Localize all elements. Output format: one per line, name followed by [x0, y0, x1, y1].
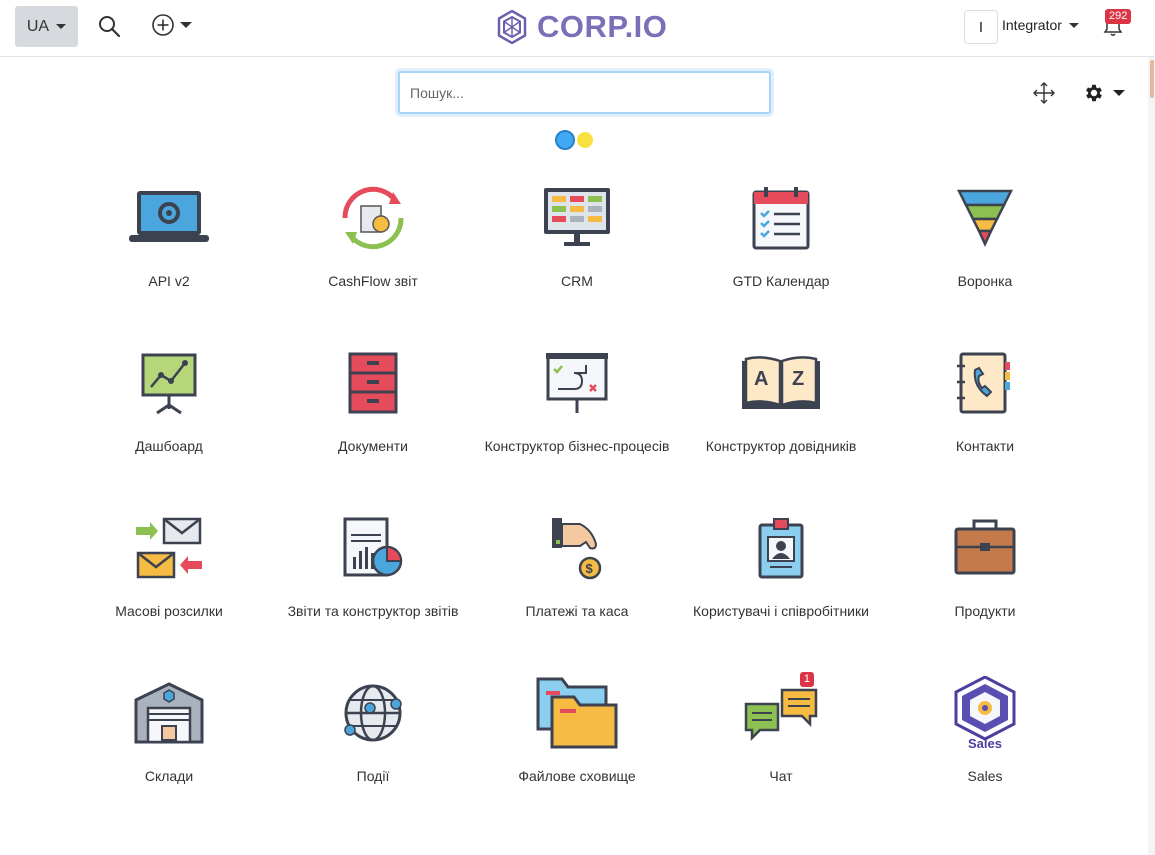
chat-bubbles-icon [744, 688, 818, 742]
app-tile-label: Файлове сховище [518, 768, 636, 784]
scrollbar-track[interactable] [1148, 57, 1155, 855]
user-name: Integrator [1002, 17, 1062, 33]
user-menu-dropdown[interactable]: Integrator [1002, 17, 1079, 33]
app-tile-label: CRM [561, 273, 593, 289]
chevron-down-icon [56, 24, 67, 29]
app-tile-warehouses[interactable]: Склади [67, 678, 271, 787]
app-tile-reports[interactable]: Звіти та конструктор звітів [271, 513, 475, 622]
app-tile-label: Конструктор бізнес-процесів [484, 438, 670, 454]
gear-icon [1086, 84, 1102, 102]
app-tile-sales[interactable]: Sales Sales [883, 676, 1087, 787]
app-tile-label: Воронка [957, 273, 1013, 289]
app-tile-label: Документи [338, 438, 408, 454]
app-tile-label: API v2 [148, 273, 190, 289]
app-tile-cashflow[interactable]: CashFlow звіт [271, 183, 475, 292]
notifications-badge: 292 [1105, 9, 1132, 24]
app-tile-mass-mailing[interactable]: Масові розсилки [67, 513, 271, 622]
app-tile-funnel[interactable]: Воронка [883, 183, 1087, 292]
language-label: UA [26, 17, 50, 35]
app-tile-dashboard[interactable]: Дашбоард [67, 348, 271, 457]
chevron-down-icon [180, 22, 192, 28]
app-tile-label: Sales [967, 768, 1003, 784]
chat-unread-badge: 1 [799, 672, 814, 687]
file-cabinet-icon [348, 352, 398, 414]
crm-monitor-icon [544, 188, 610, 246]
svg-text:A: A [754, 368, 768, 390]
id-badge-icon [758, 518, 804, 579]
plus-circle-icon [152, 14, 174, 36]
app-tile-gtd-calendar[interactable]: GTD Календар [679, 183, 883, 292]
report-chart-icon [343, 517, 403, 577]
svg-text:Z: Z [792, 368, 804, 390]
logo-hexagon-icon [497, 10, 527, 44]
app-tile-api-v2[interactable]: API v2 [67, 183, 271, 292]
app-tile-contacts[interactable]: Контакти [883, 348, 1087, 457]
search-icon[interactable] [97, 14, 121, 38]
scrollbar-thumb[interactable] [1150, 60, 1154, 98]
app-tile-label: Масові розсилки [115, 603, 223, 619]
app-tile-label: Контакти [955, 438, 1015, 454]
mail-exchange-icon [136, 517, 202, 579]
search-input[interactable] [398, 71, 771, 114]
app-tile-payments[interactable]: $ Платежі та каса [475, 513, 679, 622]
app-tile-dictionary-builder[interactable]: AZ Конструктор довідників [679, 348, 883, 457]
app-tile-chat[interactable]: 1 Чат [679, 672, 883, 787]
folders-icon [536, 677, 618, 749]
cashflow-cycle-icon [342, 186, 404, 250]
app-tile-documents[interactable]: Документи [271, 348, 475, 457]
chevron-down-icon [1068, 22, 1079, 28]
app-tile-users[interactable]: Користувачі і співробітники [679, 513, 883, 622]
top-navbar: UA CORP.IO I Integrator 292 [0, 0, 1155, 57]
app-tile-label: Користувачі і співробітники [693, 603, 869, 619]
process-board-icon [546, 353, 608, 413]
logo-text: CORP.IO [537, 9, 668, 44]
app-tile-file-storage[interactable]: Файлове сховище [475, 677, 679, 787]
dashboard-chart-icon [141, 353, 197, 415]
user-initial: I [978, 18, 984, 36]
app-tile-label: GTD Календар [732, 273, 830, 289]
sales-logo-text: Sales [968, 736, 1002, 750]
user-avatar[interactable]: I [964, 10, 998, 44]
app-tile-events[interactable]: Події [271, 678, 475, 787]
payment-hand-icon: $ [552, 518, 602, 580]
loading-indicator [555, 130, 593, 150]
svg-text:$: $ [586, 561, 594, 576]
app-tile-label: Дашбоард [135, 438, 203, 454]
funnel-icon [957, 189, 1013, 247]
globe-network-icon [344, 684, 402, 742]
app-tile-crm[interactable]: CRM [475, 183, 679, 292]
sales-logo-icon: Sales [954, 676, 1016, 750]
settings-dropdown-button[interactable] [1083, 82, 1125, 104]
app-tile-label: Чат [769, 768, 793, 784]
laptop-gear-icon [129, 191, 209, 242]
calendar-checklist-icon [752, 187, 810, 250]
app-tile-business-process-builder[interactable]: Конструктор бізнес-процесів [475, 348, 679, 457]
app-tile-label: Склади [144, 768, 194, 784]
app-tile-label: Продукти [954, 603, 1016, 619]
app-tile-label: Події [356, 768, 390, 784]
corp-logo[interactable]: CORP.IO [497, 9, 667, 45]
app-tile-products[interactable]: Продукти [883, 513, 1087, 622]
briefcase-icon [954, 519, 1016, 575]
contacts-phone-icon [957, 352, 1010, 414]
app-tile-label: Звіти та конструктор звітів [287, 603, 459, 619]
app-tile-label: Платежі та каса [525, 603, 629, 619]
dictionary-book-icon: AZ [742, 356, 820, 409]
move-icon[interactable] [1033, 82, 1055, 104]
warehouse-icon [134, 682, 204, 744]
chevron-down-icon [1113, 90, 1125, 96]
add-dropdown-button[interactable] [151, 13, 192, 37]
app-tile-label: CashFlow звіт [328, 273, 418, 289]
language-dropdown-button[interactable]: UA [15, 6, 78, 47]
app-tile-label: Конструктор довідників [705, 438, 857, 454]
